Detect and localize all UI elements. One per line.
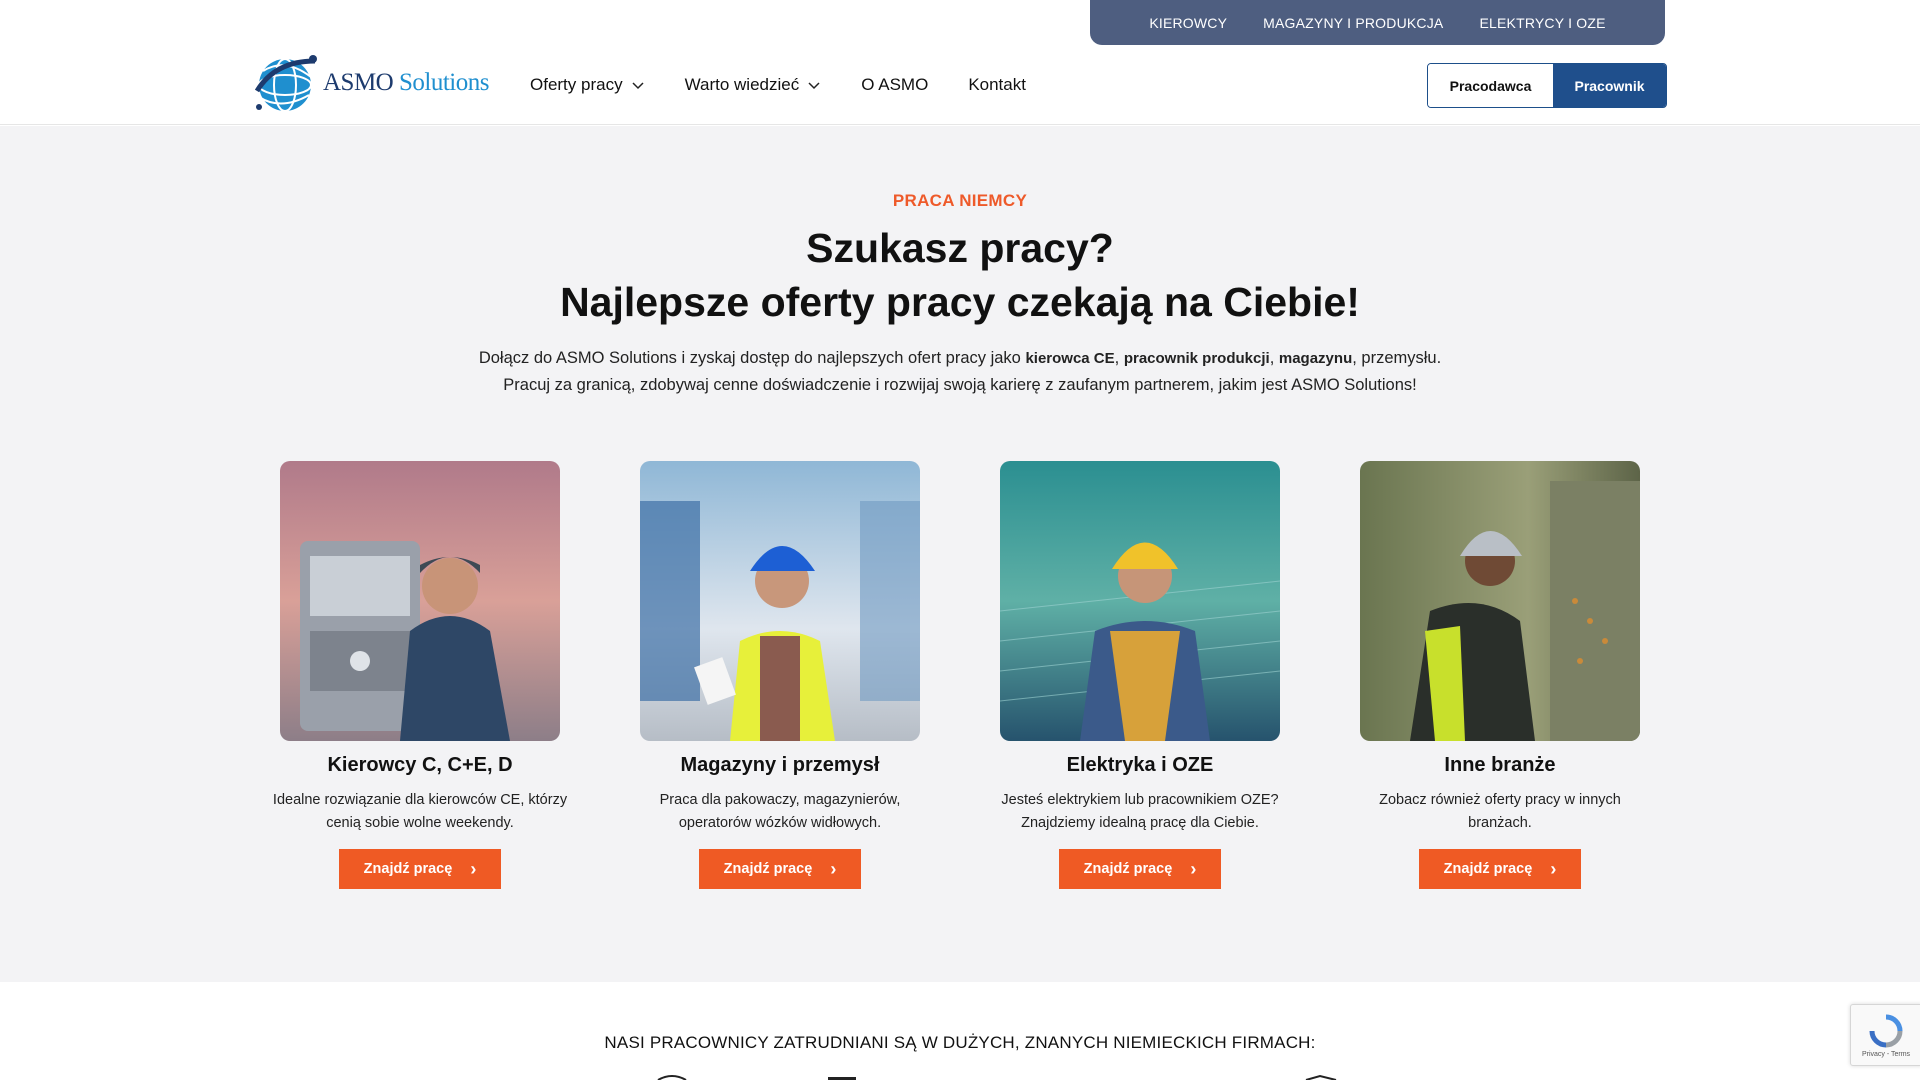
lead-text: , przemysłu. xyxy=(1352,349,1442,367)
lead-bold-driver: kierowca CE xyxy=(1025,350,1115,367)
role-switch: Pracodawca Pracownik xyxy=(1427,63,1667,108)
nav-item-label: Kontakt xyxy=(968,75,1026,94)
nav-item-label: Warto wiedzieć xyxy=(684,75,800,94)
card-electricians: Elektryka i OZE Jesteś elektrykiem lub p… xyxy=(1000,461,1280,889)
logo-text: ASMO Solutions xyxy=(323,69,489,97)
chevron-down-icon xyxy=(808,82,820,90)
nav-item-label: O ASMO xyxy=(861,75,929,94)
recaptcha-privacy-terms[interactable]: Privacy - Terms xyxy=(1862,1051,1910,1058)
chevron-right-icon: › xyxy=(1190,859,1197,879)
nav-item-job-offers[interactable]: Oferty pracy xyxy=(530,75,645,95)
warehouse-illustration xyxy=(640,461,920,741)
nav-item-about[interactable]: O ASMO xyxy=(861,75,928,95)
card-description: Idealne rozwiązanie dla kierowców CE, kt… xyxy=(272,792,568,831)
electrician-photo[interactable] xyxy=(1000,461,1280,741)
employee-button[interactable]: Pracownik xyxy=(1553,64,1666,107)
logo[interactable]: ASMO Solutions xyxy=(255,51,489,115)
chevron-down-icon xyxy=(632,82,644,90)
logo-brand: ASMO xyxy=(323,69,394,96)
card-other-industries: Inne branże Zobacz również oferty pracy … xyxy=(1360,461,1640,889)
hero-section: PRACA NIEMCY Szukasz pracy? Najlepsze of… xyxy=(0,126,1920,982)
button-label: Znajdź pracę xyxy=(1443,861,1533,877)
find-job-button[interactable]: Znajdź pracę › xyxy=(1419,849,1581,889)
globe-logo-icon xyxy=(255,55,317,112)
hero-headline-line-2: Najlepsze oferty pracy czekają na Ciebie… xyxy=(560,279,1360,325)
card-warehouses: Magazyny i przemysł Praca dla pakowaczy,… xyxy=(640,461,920,889)
card-title: Kierowcy C, C+E, D xyxy=(327,754,513,776)
job-category-cards: Kierowcy C, C+E, D Idealne rozwiązanie d… xyxy=(273,461,1640,889)
card-title: Elektryka i OZE xyxy=(1066,754,1214,776)
card-description: Jesteś elektrykiem lub pracownikiem OZE?… xyxy=(1001,792,1279,831)
nav-item-contact[interactable]: Kontakt xyxy=(968,75,1026,95)
logo-suffix: Solutions xyxy=(399,69,489,96)
hero-lead: Dołącz do ASMO Solutions i zyskaj dostęp… xyxy=(0,345,1920,399)
warehouse-photo[interactable] xyxy=(640,461,920,741)
client-logos-strip xyxy=(657,1074,1337,1080)
lead-text: , xyxy=(1269,349,1279,367)
driver-illustration xyxy=(280,461,560,741)
utility-link-warehouses[interactable]: MAGAZYNY I PRODUKCJA xyxy=(1263,15,1443,31)
driver-photo[interactable] xyxy=(280,461,560,741)
hero-lead-line-2: Pracuj za granicą, zdobywaj cenne doświa… xyxy=(503,376,1417,394)
button-label: Znajdź pracę xyxy=(363,861,453,877)
button-label: Znajdź pracę xyxy=(1083,861,1173,877)
find-job-button[interactable]: Znajdź pracę › xyxy=(339,849,501,889)
find-job-button[interactable]: Znajdź pracę › xyxy=(1059,849,1221,889)
find-job-button[interactable]: Znajdź pracę › xyxy=(699,849,861,889)
employer-button[interactable]: Pracodawca xyxy=(1428,64,1553,107)
nav-item-label: Oferty pracy xyxy=(530,75,623,94)
electrician-illustration xyxy=(1000,461,1280,741)
lead-text: , xyxy=(1114,349,1124,367)
chevron-right-icon: › xyxy=(470,859,477,879)
lead-text: Dołącz do ASMO Solutions i zyskaj dostęp… xyxy=(478,349,1026,367)
recaptcha-badge[interactable]: Privacy - Terms xyxy=(1850,1004,1920,1066)
utility-nav: KIEROWCY MAGAZYNY I PRODUKCJA ELEKTRYCY … xyxy=(1090,0,1665,45)
lead-bold-warehouse: magazynu xyxy=(1278,350,1353,367)
chevron-right-icon: › xyxy=(830,859,837,879)
hero-headline-line-1: Szukasz pracy? xyxy=(806,225,1114,271)
main-nav: Oferty pracy Warto wiedzieć O ASMO Konta… xyxy=(530,45,1026,125)
card-description: Zobacz również oferty pracy w innych bra… xyxy=(1379,792,1621,831)
card-title: Inne branże xyxy=(1444,754,1556,776)
card-description: Praca dla pakowaczy, magazynierów, opera… xyxy=(659,792,901,831)
card-drivers: Kierowcy C, C+E, D Idealne rozwiązanie d… xyxy=(273,461,567,889)
card-title: Magazyny i przemysł xyxy=(680,754,880,776)
technician-photo[interactable] xyxy=(1360,461,1640,741)
clients-heading: NASI PRACOWNICY ZATRUDNIANI SĄ W DUŻYCH,… xyxy=(604,1033,1316,1052)
lead-bold-production: pracownik produkcji xyxy=(1123,350,1270,367)
nav-item-worth-knowing[interactable]: Warto wiedzieć xyxy=(685,75,822,95)
chevron-right-icon: › xyxy=(1550,859,1557,879)
utility-link-electricians[interactable]: ELEKTRYCY I OZE xyxy=(1479,15,1605,31)
recaptcha-icon xyxy=(1869,1014,1903,1047)
site-header: ASMO Solutions Oferty pracy Warto wiedzi… xyxy=(0,45,1920,125)
utility-link-drivers[interactable]: KIEROWCY xyxy=(1149,15,1227,31)
hero-lead-line-1: Dołącz do ASMO Solutions i zyskaj dostęp… xyxy=(0,345,1920,372)
technician-illustration xyxy=(1360,461,1640,741)
hero-eyebrow: PRACA NIEMCY xyxy=(892,191,1028,210)
hero-headline: Szukasz pracy? Najlepsze oferty pracy cz… xyxy=(0,221,1920,329)
button-label: Znajdź pracę xyxy=(723,861,813,877)
